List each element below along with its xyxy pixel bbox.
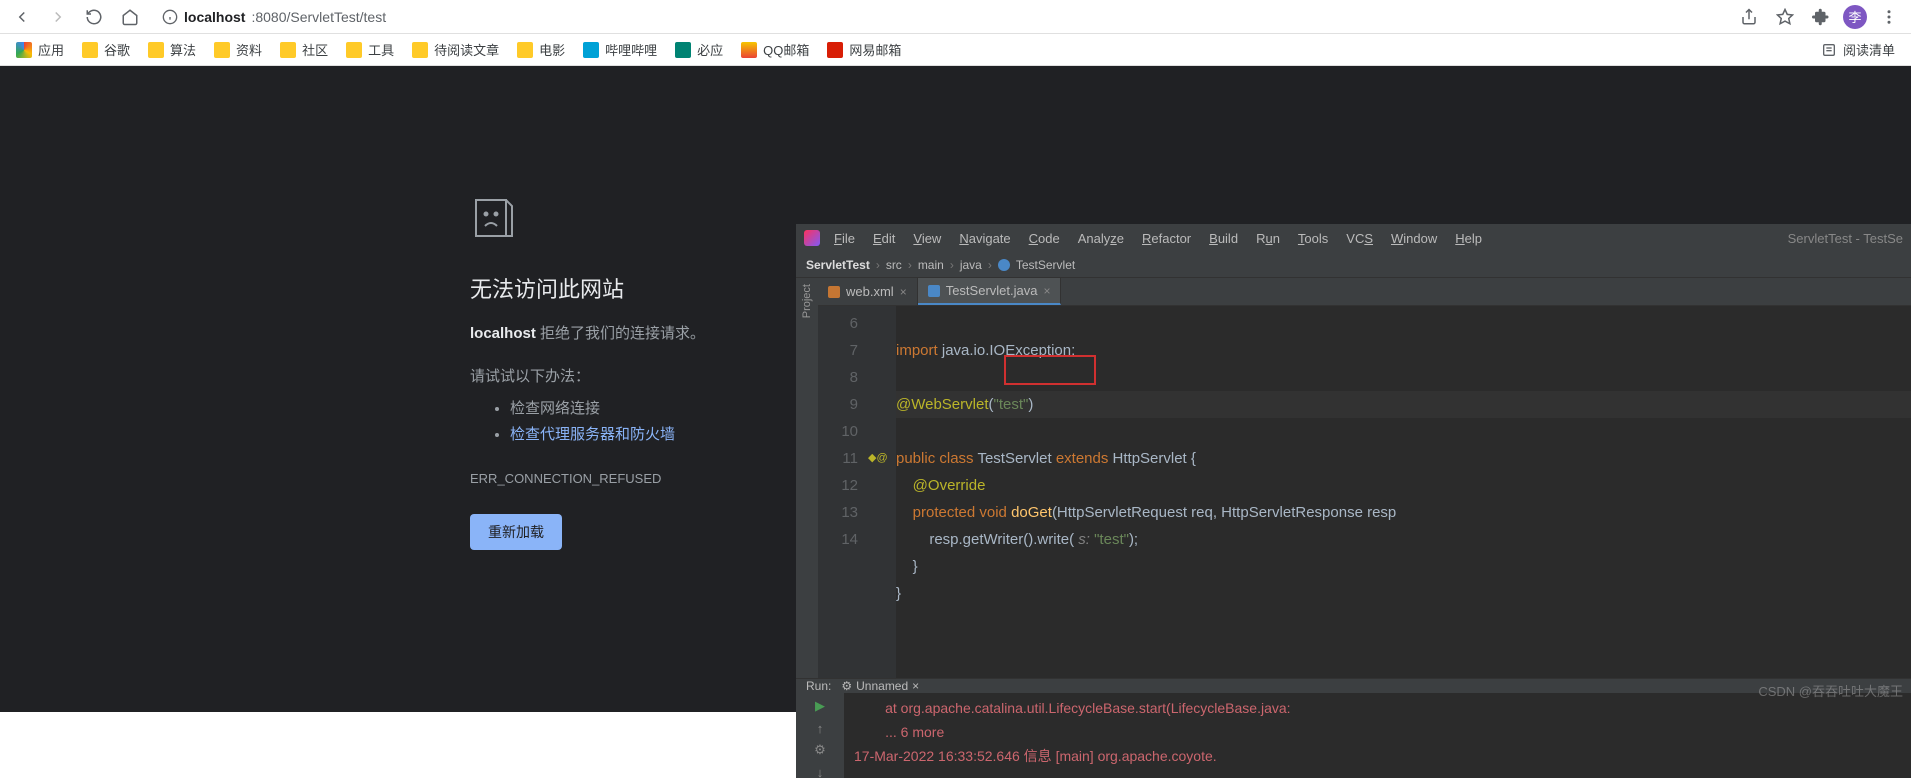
- forward-button[interactable]: [44, 3, 72, 31]
- url-path: :8080/ServletTest/test: [251, 9, 386, 25]
- bing-icon: [675, 42, 691, 58]
- bookmark-folder[interactable]: 待阅读文章: [404, 36, 507, 63]
- apps-shortcut[interactable]: 应用: [8, 36, 72, 63]
- profile-avatar[interactable]: 李: [1843, 5, 1867, 29]
- folder-icon: [82, 42, 98, 58]
- ide-main: web.xml× TestServlet.java× 6789101112131…: [818, 278, 1911, 678]
- intellij-icon: [804, 230, 820, 246]
- menu-button[interactable]: [1875, 3, 1903, 31]
- run-label: Run:: [806, 679, 831, 693]
- class-icon: [928, 285, 940, 297]
- bookmark-folder[interactable]: 算法: [140, 36, 204, 63]
- folder-icon: [346, 42, 362, 58]
- bookmark-item[interactable]: 哔哩哔哩: [575, 36, 665, 63]
- code-editor[interactable]: 67891011121314 ◆@ import java.io.IOExcep…: [818, 306, 1911, 678]
- ide-window: File Edit View Navigate Code Analyze Ref…: [796, 224, 1911, 778]
- highlight-box: [1004, 355, 1096, 385]
- gear-icon[interactable]: ⚙: [811, 741, 829, 759]
- menu-analyze[interactable]: Analyze: [1078, 231, 1124, 246]
- reload-button[interactable]: [80, 3, 108, 31]
- menu-vcs[interactable]: VCS: [1346, 231, 1373, 246]
- menu-refactor[interactable]: Refactor: [1142, 231, 1191, 246]
- home-button[interactable]: [116, 3, 144, 31]
- qqmail-icon: [741, 42, 757, 58]
- sad-page-icon: [470, 196, 518, 244]
- page-viewport: 无法访问此网站 localhost 拒绝了我们的连接请求。 请试试以下办法： 检…: [0, 66, 1911, 712]
- crumb-item[interactable]: TestServlet: [1016, 258, 1075, 272]
- down-icon[interactable]: ↓: [811, 763, 829, 778]
- run-toolbar: ▶ ↑ ⚙ ↓: [796, 693, 844, 778]
- extensions-button[interactable]: [1807, 3, 1835, 31]
- line-gutter: 67891011121314: [818, 306, 868, 678]
- bookmarks-bar: 应用 谷歌 算法 资料 社区 工具 待阅读文章 电影 哔哩哔哩 必应 QQ邮箱 …: [0, 34, 1911, 66]
- bookmark-folder[interactable]: 电影: [509, 36, 573, 63]
- menu-build[interactable]: Build: [1209, 231, 1238, 246]
- ide-window-title: ServletTest - TestSe: [1788, 231, 1903, 246]
- bookmark-folder[interactable]: 社区: [272, 36, 336, 63]
- bookmark-item[interactable]: 网易邮箱: [819, 36, 909, 63]
- crumb-item[interactable]: ServletTest: [806, 258, 870, 272]
- crumb-item[interactable]: java: [960, 258, 982, 272]
- project-tool[interactable]: Project: [801, 284, 813, 318]
- browser-toolbar: localhost :8080/ServletTest/test 李: [0, 0, 1911, 34]
- ide-menubar: File Edit View Navigate Code Analyze Ref…: [834, 231, 1482, 246]
- run-panel: Run: ⚙ Unnamed × ▶ ↑ ⚙ ↓ at org.apache.c…: [796, 678, 1911, 778]
- url-host: localhost: [184, 9, 245, 25]
- apps-icon: [16, 42, 32, 58]
- up-icon[interactable]: ↑: [811, 719, 829, 737]
- menu-file[interactable]: File: [834, 231, 855, 246]
- run-tab[interactable]: ⚙ Unnamed ×: [841, 679, 919, 693]
- ide-titlebar: File Edit View Navigate Code Analyze Ref…: [796, 224, 1911, 252]
- folder-icon: [148, 42, 164, 58]
- menu-navigate[interactable]: Navigate: [959, 231, 1010, 246]
- address-bar[interactable]: localhost :8080/ServletTest/test: [152, 3, 1727, 31]
- bookmark-folder[interactable]: 谷歌: [74, 36, 138, 63]
- bookmark-folder[interactable]: 工具: [338, 36, 402, 63]
- tab-webxml[interactable]: web.xml×: [818, 278, 918, 305]
- 163mail-icon: [827, 42, 843, 58]
- star-button[interactable]: [1771, 3, 1799, 31]
- menu-tools[interactable]: Tools: [1298, 231, 1328, 246]
- close-icon[interactable]: ×: [1043, 284, 1050, 298]
- bookmark-item[interactable]: QQ邮箱: [733, 36, 817, 63]
- menu-code[interactable]: Code: [1029, 231, 1060, 246]
- close-icon[interactable]: ×: [900, 285, 907, 299]
- folder-icon: [412, 42, 428, 58]
- share-button[interactable]: [1735, 3, 1763, 31]
- crumb-item[interactable]: main: [918, 258, 944, 272]
- run-body: ▶ ↑ ⚙ ↓ at org.apache.catalina.util.Life…: [796, 693, 1911, 778]
- run-console[interactable]: at org.apache.catalina.util.LifecycleBas…: [844, 693, 1911, 778]
- crumb-item[interactable]: src: [886, 258, 902, 272]
- reading-list[interactable]: 阅读清单: [1813, 36, 1903, 63]
- reading-list-icon: [1821, 42, 1837, 58]
- icon-gutter: ◆@: [868, 306, 896, 678]
- xml-icon: [828, 286, 840, 298]
- menu-help[interactable]: Help: [1455, 231, 1482, 246]
- bookmark-item[interactable]: 必应: [667, 36, 731, 63]
- folder-icon: [280, 42, 296, 58]
- back-button[interactable]: [8, 3, 36, 31]
- reload-page-button[interactable]: 重新加载: [470, 514, 562, 550]
- menu-view[interactable]: View: [913, 231, 941, 246]
- folder-icon: [517, 42, 533, 58]
- ide-sidebar: Project: [796, 278, 818, 678]
- menu-run[interactable]: Run: [1256, 231, 1280, 246]
- close-icon[interactable]: ×: [912, 679, 919, 693]
- bilibili-icon: [583, 42, 599, 58]
- watermark: CSDN @吞吞吐吐大魔王: [1758, 681, 1903, 700]
- proxy-link[interactable]: 检查代理服务器和防火墙: [510, 426, 675, 443]
- bookmark-folder[interactable]: 资料: [206, 36, 270, 63]
- code-area[interactable]: import java.io.IOException; @WebServlet(…: [896, 306, 1911, 678]
- ide-body: Project web.xml× TestServlet.java× 67891…: [796, 278, 1911, 678]
- editor-tabs: web.xml× TestServlet.java×: [818, 278, 1911, 306]
- info-icon: [162, 9, 178, 25]
- run-icon[interactable]: ▶: [811, 697, 829, 715]
- tab-testservlet[interactable]: TestServlet.java×: [918, 278, 1062, 305]
- class-icon: [998, 259, 1010, 271]
- menu-edit[interactable]: Edit: [873, 231, 895, 246]
- folder-icon: [214, 42, 230, 58]
- ide-breadcrumb: ServletTest› src› main› java› TestServle…: [796, 252, 1911, 278]
- menu-window[interactable]: Window: [1391, 231, 1437, 246]
- run-header: Run: ⚙ Unnamed ×: [796, 679, 1911, 693]
